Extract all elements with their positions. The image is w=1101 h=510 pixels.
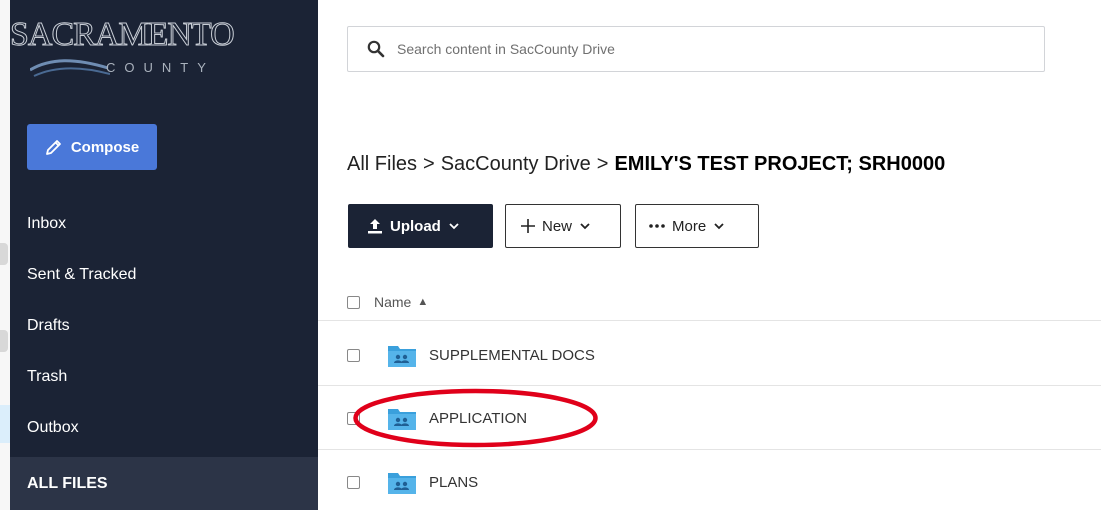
shared-folder-icon bbox=[388, 346, 416, 367]
row-checkbox[interactable] bbox=[347, 348, 360, 362]
new-label: New bbox=[542, 217, 573, 235]
plus-icon bbox=[521, 219, 535, 233]
search-icon bbox=[367, 40, 385, 58]
search-input[interactable] bbox=[395, 40, 999, 58]
compose-button[interactable]: Compose bbox=[27, 124, 157, 170]
shared-folder-icon bbox=[388, 473, 416, 494]
sidebar-item-drafts[interactable]: Drafts bbox=[27, 311, 70, 341]
breadcrumb-separator: > bbox=[596, 153, 609, 175]
new-button[interactable]: New bbox=[505, 204, 621, 248]
row-checkbox[interactable] bbox=[347, 411, 360, 425]
search-bar bbox=[347, 26, 1045, 72]
folder-name: PLANS bbox=[429, 473, 479, 491]
row-divider bbox=[318, 385, 1101, 386]
upload-button[interactable]: Upload bbox=[348, 204, 493, 248]
select-all-checkbox[interactable] bbox=[347, 295, 360, 309]
list-item[interactable]: PLANS bbox=[347, 467, 478, 497]
pencil-icon bbox=[45, 140, 61, 155]
sidebar-item-label: ALL FILES bbox=[27, 475, 108, 492]
breadcrumb: All Files > SacCounty Drive > EMILY'S TEST P… bbox=[347, 153, 945, 176]
sidebar-item-outbox[interactable]: Outbox bbox=[27, 413, 79, 443]
breadcrumb-separator: > bbox=[423, 153, 435, 175]
breadcrumb-all-files[interactable]: All Files bbox=[347, 153, 417, 175]
breadcrumb-current: EMILY'S TEST PROJECT; SRH0000 bbox=[614, 153, 946, 175]
row-divider bbox=[318, 449, 1101, 450]
compose-label: Compose bbox=[70, 138, 140, 156]
shared-folder-icon bbox=[388, 409, 416, 430]
sacramento-county-logo[interactable]: SACRAMENTO COUNTY bbox=[10, 8, 240, 78]
more-button[interactable]: More bbox=[635, 204, 759, 248]
left-edge-strip bbox=[0, 0, 10, 510]
edge-mark bbox=[0, 330, 8, 352]
sort-icon[interactable]: ▲ bbox=[417, 296, 428, 308]
chevron-down-icon bbox=[714, 223, 724, 230]
upload-label: Upload bbox=[390, 217, 441, 235]
ellipsis-icon bbox=[649, 224, 665, 228]
file-list-header: Name ▲ bbox=[347, 287, 428, 317]
folder-name: SUPPLEMENTAL DOCS bbox=[429, 346, 595, 364]
breadcrumb-saccounty-drive[interactable]: SacCounty Drive bbox=[441, 153, 591, 175]
sidebar-item-inbox[interactable]: Inbox bbox=[27, 209, 66, 239]
sidebar: SACRAMENTO COUNTY Compose Inbox Sent & T… bbox=[10, 0, 318, 510]
folder-name: APPLICATION bbox=[429, 409, 528, 427]
chevron-down-icon bbox=[580, 223, 590, 230]
sidebar-item-trash[interactable]: Trash bbox=[27, 362, 67, 392]
name-column-header[interactable]: Name bbox=[374, 294, 411, 310]
logo-title: SACRAMENTO bbox=[10, 16, 236, 54]
upload-icon bbox=[368, 219, 382, 234]
edge-mark bbox=[0, 243, 8, 265]
list-item[interactable]: SUPPLEMENTAL DOCS bbox=[347, 340, 595, 370]
sidebar-item-all-files[interactable]: ALL FILES bbox=[10, 457, 318, 510]
list-item[interactable]: APPLICATION bbox=[347, 403, 527, 433]
row-divider bbox=[318, 320, 1101, 321]
wave-icon bbox=[30, 59, 110, 77]
edge-highlight bbox=[0, 405, 10, 443]
row-checkbox[interactable] bbox=[347, 475, 360, 489]
logo-subtitle: COUNTY bbox=[106, 60, 215, 75]
more-label: More bbox=[672, 217, 707, 235]
chevron-down-icon bbox=[449, 223, 459, 230]
sidebar-item-sent-tracked[interactable]: Sent & Tracked bbox=[27, 260, 136, 290]
